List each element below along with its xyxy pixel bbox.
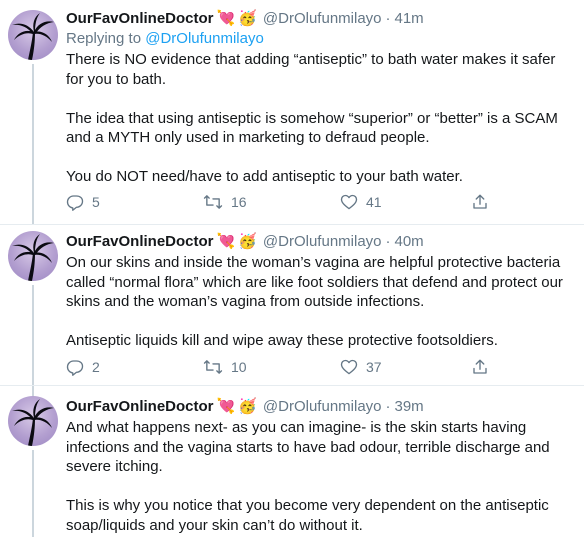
palm-tree-icon (12, 234, 54, 281)
party-face-emoji: 🥳 (238, 233, 257, 250)
tweet-paragraph: This is why you notice that you become v… (66, 497, 549, 534)
avatar[interactable] (8, 396, 58, 446)
reply-count: 5 (92, 194, 100, 210)
display-name[interactable]: OurFavOnlineDoctor (66, 10, 214, 27)
tweet-actions: 5 16 41 (66, 193, 496, 213)
tweet-header: OurFavOnlineDoctor 💘 🥳 @DrOlufunmilayo ·… (66, 8, 424, 28)
timestamp[interactable]: 40m (395, 233, 424, 250)
reply-count: 2 (92, 359, 100, 375)
retweet-count: 16 (231, 194, 247, 210)
heart-icon (340, 359, 358, 375)
avatar[interactable] (8, 10, 58, 60)
tweet-paragraph: The idea that using antiseptic is someho… (66, 109, 558, 147)
separator-dot: · (385, 232, 391, 250)
retweet-icon (203, 360, 223, 374)
user-handle[interactable]: @DrOlufunmilayo (263, 233, 382, 250)
tweet-actions: 2 10 37 (66, 358, 496, 378)
palm-tree-icon (12, 13, 54, 60)
tweet-paragraph: On our skins and inside the woman’s vagi… (66, 254, 563, 310)
thread-line (32, 450, 34, 537)
retweet-button[interactable]: 16 (203, 193, 247, 211)
share-icon (473, 359, 487, 374)
palm-tree-icon (12, 399, 54, 446)
separator-dot: · (385, 9, 391, 27)
tweet-text: On our skins and inside the woman’s vagi… (66, 253, 566, 351)
like-button[interactable]: 41 (340, 193, 382, 210)
heart-icon (340, 194, 358, 210)
tweet-text: There is NO evidence that adding “antise… (66, 50, 566, 187)
retweet-button[interactable]: 10 (203, 358, 247, 376)
reply-button[interactable]: 2 (66, 358, 100, 376)
like-button[interactable]: 37 (340, 358, 382, 375)
share-icon (473, 194, 487, 209)
thread-line (32, 64, 34, 224)
timestamp[interactable]: 39m (395, 398, 424, 415)
tweet-divider (0, 224, 584, 225)
replying-to-mention[interactable]: @DrOlufunmilayo (145, 30, 264, 47)
like-count: 41 (366, 193, 382, 210)
tweet-header: OurFavOnlineDoctor 💘 🥳 @DrOlufunmilayo ·… (66, 396, 424, 416)
like-count: 37 (366, 358, 382, 375)
display-name[interactable]: OurFavOnlineDoctor (66, 398, 214, 415)
tweet-paragraph: There is NO evidence that adding “antise… (66, 51, 556, 88)
separator-dot: · (385, 397, 391, 415)
share-button[interactable] (471, 193, 489, 211)
user-handle[interactable]: @DrOlufunmilayo (263, 10, 382, 27)
tweet-divider (0, 385, 584, 386)
tweet-paragraph: You do NOT need/have to add antiseptic t… (66, 168, 463, 185)
retweet-count: 10 (231, 359, 247, 375)
tweet-paragraph: And what happens next- as you can imagin… (66, 419, 550, 475)
reply-icon (66, 360, 84, 376)
display-name[interactable]: OurFavOnlineDoctor (66, 233, 214, 250)
party-face-emoji: 🥳 (238, 398, 257, 415)
heart-ribbon-emoji: 💘 (216, 10, 236, 27)
retweet-icon (203, 195, 223, 209)
tweet-text: And what happens next- as you can imagin… (66, 418, 566, 535)
timestamp[interactable]: 41m (395, 10, 424, 27)
party-face-emoji: 🥳 (238, 10, 257, 27)
heart-ribbon-emoji: 💘 (216, 398, 236, 415)
replying-to: Replying to @DrOlufunmilayo (66, 30, 264, 47)
heart-ribbon-emoji: 💘 (216, 233, 236, 250)
tweet-header: OurFavOnlineDoctor 💘 🥳 @DrOlufunmilayo ·… (66, 231, 424, 251)
reply-icon (66, 195, 84, 211)
user-handle[interactable]: @DrOlufunmilayo (263, 398, 382, 415)
tweet-paragraph: Antiseptic liquids kill and wipe away th… (66, 332, 498, 349)
avatar[interactable] (8, 231, 58, 281)
share-button[interactable] (471, 358, 489, 376)
reply-button[interactable]: 5 (66, 193, 100, 211)
replying-to-label: Replying to (66, 30, 146, 47)
